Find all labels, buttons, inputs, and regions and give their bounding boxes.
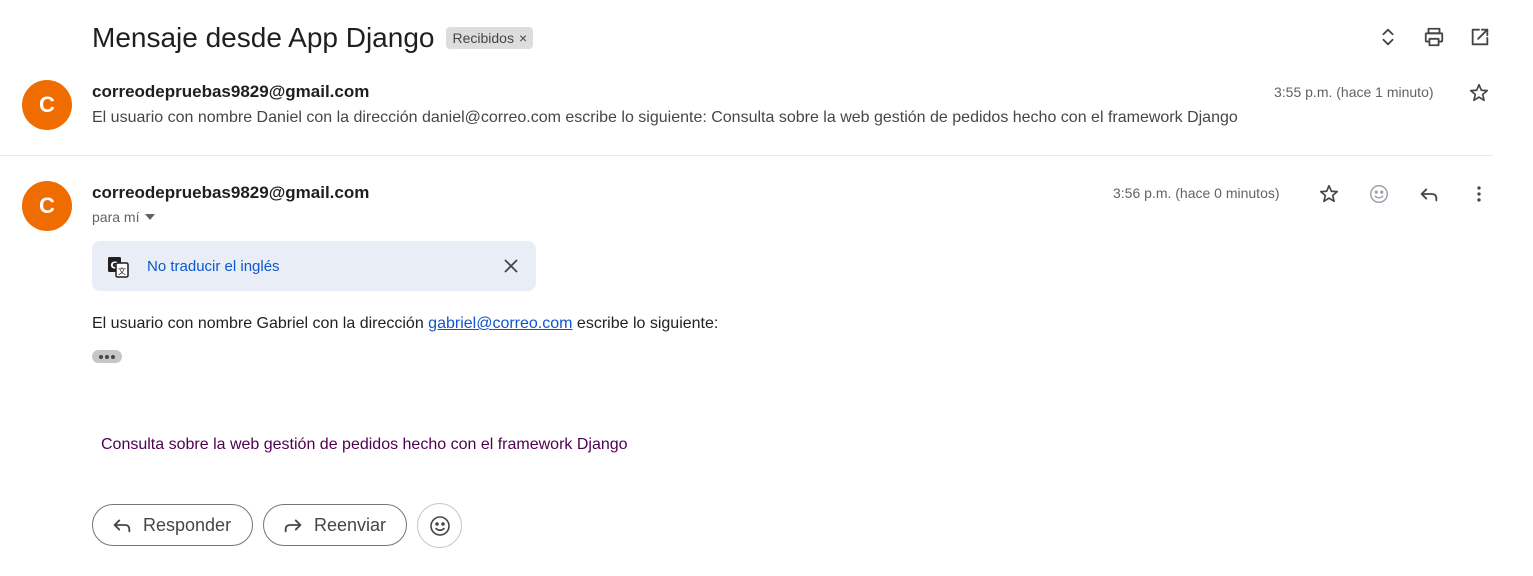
- close-icon[interactable]: [500, 255, 522, 277]
- forward-label: Reenviar: [314, 514, 387, 535]
- reply-icon: [113, 519, 131, 533]
- sender-email[interactable]: correodepruebas9829@gmail.com: [92, 183, 369, 203]
- message-snippet[interactable]: El usuario con nombre Daniel con la dire…: [92, 109, 1238, 127]
- email-link[interactable]: gabriel@correo.com: [428, 315, 572, 332]
- sender-email[interactable]: correodepruebas9829@gmail.com: [92, 82, 369, 102]
- subject-row: Mensaje desde App Django Recibidos ×: [92, 20, 534, 56]
- inbox-label-chip[interactable]: Recibidos ×: [446, 27, 534, 49]
- print-icon[interactable]: [1421, 24, 1447, 50]
- emoji-reaction-icon[interactable]: [1366, 181, 1392, 207]
- show-trimmed-content-button[interactable]: [92, 350, 122, 363]
- message-time: 3:56 p.m. (hace 0 minutos): [1113, 185, 1280, 201]
- quoted-text: Consulta sobre la web gestión de pedidos…: [101, 436, 628, 453]
- message-divider: [0, 155, 1493, 156]
- emoji-reaction-button[interactable]: [417, 503, 462, 548]
- message-body-line: El usuario con nombre Gabriel con la dir…: [92, 315, 718, 333]
- translate-icon: G 文: [108, 257, 129, 278]
- star-icon[interactable]: [1466, 80, 1492, 106]
- sender-avatar[interactable]: C: [22, 80, 72, 130]
- reply-icon[interactable]: [1416, 181, 1442, 207]
- reply-label: Responder: [143, 514, 232, 535]
- forward-icon: [284, 519, 302, 533]
- thread-toolbar: [1375, 24, 1493, 50]
- body-suffix: escribe lo siguiente:: [572, 315, 719, 332]
- label-chip-text: Recibidos: [452, 30, 514, 46]
- caret-down-icon: [145, 214, 156, 220]
- translate-banner: G 文 No traducir el inglés: [92, 241, 536, 291]
- forward-button[interactable]: Reenviar: [263, 504, 407, 546]
- recipient-details-toggle[interactable]: para mí: [92, 209, 156, 225]
- sender-avatar[interactable]: C: [22, 181, 72, 231]
- email-thread-view: Mensaje desde App Django Recibidos × C c…: [0, 0, 1533, 576]
- emoji-icon: [429, 515, 450, 536]
- svg-text:文: 文: [118, 266, 126, 276]
- expand-collapse-icon[interactable]: [1375, 24, 1401, 50]
- open-new-window-icon[interactable]: [1467, 24, 1493, 50]
- remove-label-button[interactable]: ×: [519, 27, 527, 49]
- star-icon[interactable]: [1316, 181, 1342, 207]
- body-prefix: El usuario con nombre Gabriel con la dir…: [92, 315, 429, 332]
- message-time: 3:55 p.m. (hace 1 minuto): [1274, 84, 1434, 100]
- recipient-label: para mí: [92, 209, 140, 225]
- reply-button[interactable]: Responder: [92, 504, 253, 546]
- email-subject: Mensaje desde App Django: [92, 22, 435, 53]
- more-options-icon[interactable]: [1466, 181, 1492, 207]
- dont-translate-link[interactable]: No traducir el inglés: [147, 258, 280, 275]
